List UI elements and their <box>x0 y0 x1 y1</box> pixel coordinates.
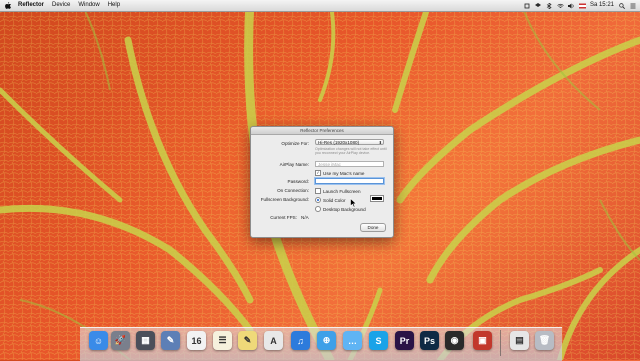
color-swatch <box>372 197 382 200</box>
optimize-select[interactable]: Hi-Res (1920x1080) ⬍ <box>315 139 384 145</box>
background-color-well[interactable] <box>370 195 384 202</box>
optimize-note: Optimization changes will not take effec… <box>315 147 387 156</box>
photo-booth-icon[interactable]: ▣ <box>473 331 492 350</box>
bluetooth-icon[interactable] <box>546 1 552 10</box>
app-menu[interactable]: Reflector <box>18 0 44 11</box>
documents-icon[interactable]: ▤ <box>510 331 529 350</box>
airplay-name-label: AirPlay Name: <box>279 162 309 167</box>
on-connection-label: On Connection: <box>277 188 309 193</box>
launch-fullscreen-label: Launch Fullscreen <box>323 188 361 194</box>
messages-icon[interactable]: … <box>343 331 362 350</box>
menubar-clock[interactable]: Sa 15:21 <box>590 0 614 11</box>
calendar-icon[interactable]: 16 <box>187 331 206 350</box>
safari-icon[interactable]: ⊕ <box>317 331 336 350</box>
textedit-icon[interactable]: A <box>264 331 283 350</box>
done-button[interactable]: Done <box>360 223 386 232</box>
wifi-icon[interactable] <box>557 3 564 9</box>
spotlight-icon[interactable] <box>619 2 625 9</box>
dropbox-icon[interactable] <box>534 2 541 9</box>
volume-icon[interactable] <box>567 3 574 9</box>
checkmark-icon: ✓ <box>315 170 321 176</box>
notes-icon[interactable]: ✎ <box>238 331 257 350</box>
finder-icon[interactable]: ☺ <box>89 331 108 350</box>
launchpad-icon[interactable]: 🚀 <box>111 331 130 350</box>
fullscreen-bg-label: Fullscreen Background: <box>260 197 309 202</box>
status-icon[interactable] <box>524 3 530 9</box>
preferences-window: Reflector Preferences Optimize For: Hi-R… <box>250 126 394 238</box>
notification-center-icon[interactable] <box>630 3 636 9</box>
menu-bar: Reflector Device Window Help Sa 15:21 <box>0 0 640 12</box>
launch-fullscreen-checkbox[interactable]: Launch Fullscreen <box>315 188 361 194</box>
photoshop-icon[interactable]: Ps <box>420 331 439 350</box>
camera-icon[interactable]: ◉ <box>445 331 464 350</box>
fps-value: N/A <box>301 215 309 220</box>
trash-icon[interactable]: 🗑 <box>535 331 554 350</box>
apple-menu-icon[interactable] <box>4 2 12 9</box>
reminders-icon[interactable]: ☰ <box>213 331 232 350</box>
mission-control-icon[interactable]: ▦ <box>136 331 155 350</box>
chevron-updown-icon: ⬍ <box>378 140 382 145</box>
radio-empty-icon <box>315 206 321 212</box>
itunes-icon[interactable]: ♫ <box>291 331 310 350</box>
optimize-value: Hi-Res (1920x1080) <box>318 140 360 145</box>
use-mac-name-checkbox[interactable]: ✓ Use my Mac's name <box>315 170 364 176</box>
premiere-icon[interactable]: Pr <box>395 331 414 350</box>
flag-icon[interactable] <box>578 3 586 9</box>
preview-icon[interactable]: ✎ <box>161 331 180 350</box>
mouse-cursor-icon <box>350 198 357 208</box>
password-field[interactable] <box>315 178 384 184</box>
solid-color-label: Solid Color <box>323 197 346 203</box>
password-label: Password: <box>287 179 309 184</box>
optimize-label: Optimize For: <box>281 141 309 146</box>
fps-label: Current FPS: <box>270 215 297 220</box>
window-menu[interactable]: Window <box>78 0 99 11</box>
checkbox-empty-icon <box>315 188 321 194</box>
use-mac-name-label: Use my Mac's name <box>323 170 365 176</box>
solid-color-radio[interactable]: Solid Color <box>315 197 345 203</box>
device-menu[interactable]: Device <box>52 0 70 11</box>
dock-separator <box>500 330 501 356</box>
airplay-name-field[interactable]: Jesse iMac <box>315 161 384 167</box>
radio-selected-icon <box>315 197 321 203</box>
desktop-background-label: Desktop Background <box>323 206 366 212</box>
desktop-background-radio[interactable]: Desktop Background <box>315 206 366 212</box>
skype-icon[interactable]: S <box>369 331 388 350</box>
window-title: Reflector Preferences <box>251 127 393 135</box>
help-menu[interactable]: Help <box>108 0 120 11</box>
